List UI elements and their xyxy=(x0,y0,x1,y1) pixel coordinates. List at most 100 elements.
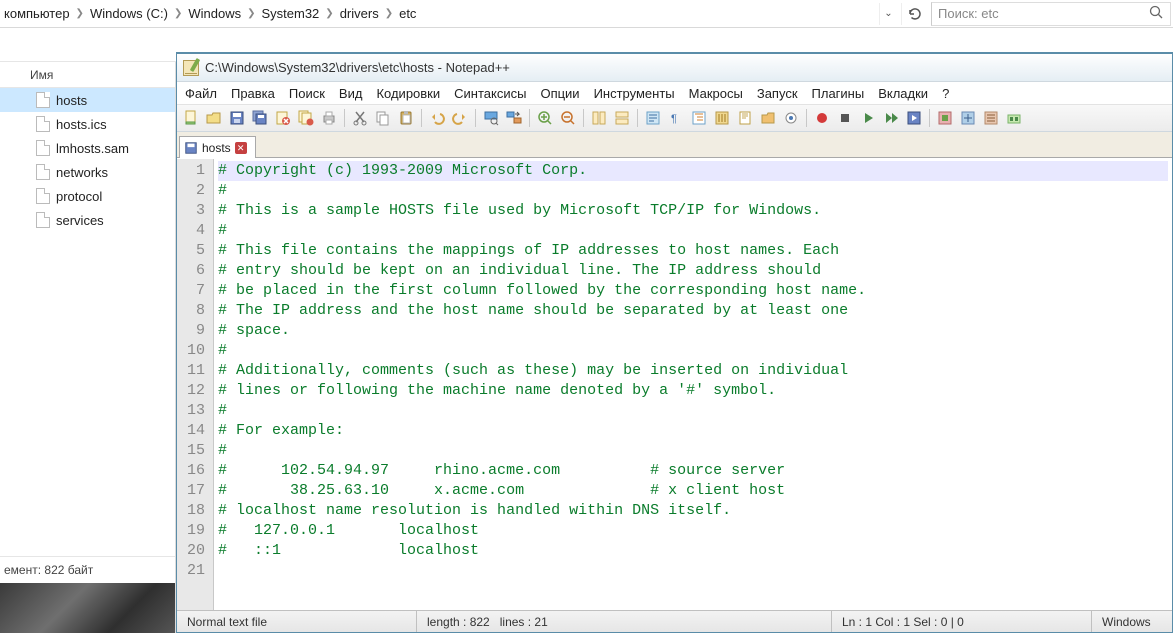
file-label: lmhosts.sam xyxy=(56,141,129,156)
window-titlebar[interactable]: C:\Windows\System32\drivers\etc\hosts - … xyxy=(177,54,1172,82)
file-item[interactable]: protocol xyxy=(0,184,175,208)
save-all-button[interactable] xyxy=(250,108,270,128)
extra2-button[interactable] xyxy=(958,108,978,128)
search-icon xyxy=(1148,4,1164,23)
file-item[interactable]: hosts xyxy=(0,88,175,112)
undo-button[interactable] xyxy=(427,108,447,128)
status-filetype: Normal text file xyxy=(177,611,417,632)
status-length: length : 822 lines : 21 xyxy=(417,611,832,632)
menu-item[interactable]: Запуск xyxy=(757,86,798,101)
extra4-button[interactable] xyxy=(1004,108,1024,128)
udl-button[interactable] xyxy=(712,108,732,128)
search-placeholder: Поиск: etc xyxy=(938,6,999,21)
breadcrumb-segment[interactable]: System32 xyxy=(261,6,319,21)
indent-guide-button[interactable] xyxy=(689,108,709,128)
menu-item[interactable]: Плагины xyxy=(812,86,865,101)
monitoring-button[interactable] xyxy=(781,108,801,128)
folder-as-workspace-button[interactable] xyxy=(758,108,778,128)
file-list: hosts hosts.ics lmhosts.sam networks protoco… xyxy=(0,88,175,556)
zoom-out-button[interactable] xyxy=(558,108,578,128)
editor[interactable]: 123456789101112131415161718192021 # Copy… xyxy=(177,158,1172,610)
file-item[interactable]: networks xyxy=(0,160,175,184)
save-state-icon xyxy=(184,141,198,155)
breadcrumb-sep-icon: ❯ xyxy=(174,8,182,19)
code-area[interactable]: # Copyright (c) 1993-2009 Microsoft Corp… xyxy=(214,159,1172,610)
tab-hosts[interactable]: hosts ✕ xyxy=(179,136,256,158)
file-label: hosts xyxy=(56,93,87,108)
file-icon xyxy=(36,116,50,132)
doc-map-button[interactable] xyxy=(735,108,755,128)
file-label: services xyxy=(56,213,104,228)
menu-item[interactable]: Инструменты xyxy=(594,86,675,101)
file-label: networks xyxy=(56,165,108,180)
notepadpp-window: C:\Windows\System32\drivers\etc\hosts - … xyxy=(176,52,1173,633)
file-item[interactable]: services xyxy=(0,208,175,232)
menu-item[interactable]: Вкладки xyxy=(878,86,928,101)
file-icon xyxy=(36,92,50,108)
new-file-button[interactable] xyxy=(181,108,201,128)
breadcrumb-sep-icon: ❯ xyxy=(247,8,255,19)
menu-item[interactable]: Синтаксисы xyxy=(454,86,526,101)
file-icon xyxy=(36,164,50,180)
toolbar: ¶ xyxy=(177,105,1172,132)
menu-item[interactable]: Правка xyxy=(231,86,275,101)
breadcrumb-sep-icon: ❯ xyxy=(385,8,393,19)
redo-button[interactable] xyxy=(450,108,470,128)
stop-macro-button[interactable] xyxy=(835,108,855,128)
column-header-name[interactable]: Имя xyxy=(0,62,175,88)
extra3-button[interactable] xyxy=(981,108,1001,128)
menu-item[interactable]: Поиск xyxy=(289,86,325,101)
cut-button[interactable] xyxy=(350,108,370,128)
file-item[interactable]: hosts.ics xyxy=(0,112,175,136)
close-all-button[interactable] xyxy=(296,108,316,128)
wordwrap-button[interactable] xyxy=(643,108,663,128)
breadcrumb-segment[interactable]: компьютер xyxy=(4,6,70,21)
copy-button[interactable] xyxy=(373,108,393,128)
play-multi-button[interactable] xyxy=(881,108,901,128)
record-macro-button[interactable] xyxy=(812,108,832,128)
menu-item[interactable]: Кодировки xyxy=(376,86,440,101)
notepadpp-app-icon xyxy=(183,60,199,76)
refresh-button[interactable] xyxy=(901,3,927,25)
breadcrumb-segment[interactable]: etc xyxy=(399,6,416,21)
line-gutter: 123456789101112131415161718192021 xyxy=(177,159,214,610)
sync-v-button[interactable] xyxy=(589,108,609,128)
paste-button[interactable] xyxy=(396,108,416,128)
menu-item[interactable]: Макросы xyxy=(689,86,743,101)
save-macro-button[interactable] xyxy=(904,108,924,128)
menu-item[interactable]: Файл xyxy=(185,86,217,101)
breadcrumb-sep-icon: ❯ xyxy=(76,8,84,19)
find-button[interactable] xyxy=(481,108,501,128)
status-encoding: Windows xyxy=(1092,611,1172,632)
save-button[interactable] xyxy=(227,108,247,128)
file-item[interactable]: lmhosts.sam xyxy=(0,136,175,160)
menu-item[interactable]: Опции xyxy=(540,86,579,101)
file-label: protocol xyxy=(56,189,102,204)
sync-h-button[interactable] xyxy=(612,108,632,128)
play-macro-button[interactable] xyxy=(858,108,878,128)
menu-item[interactable]: ? xyxy=(942,86,949,101)
address-dropdown[interactable]: ⌄ xyxy=(879,3,897,25)
extra1-button[interactable] xyxy=(935,108,955,128)
breadcrumb[interactable]: компьютер ❯ Windows (C:) ❯ Windows ❯ System32 ❯… xyxy=(4,2,875,26)
tab-close-button[interactable]: ✕ xyxy=(235,142,247,154)
breadcrumb-segment[interactable]: Windows xyxy=(188,6,241,21)
breadcrumb-segment[interactable]: Windows (C:) xyxy=(90,6,168,21)
file-label: hosts.ics xyxy=(56,117,107,132)
tab-strip: hosts ✕ xyxy=(177,132,1172,158)
open-file-button[interactable] xyxy=(204,108,224,128)
window-title: C:\Windows\System32\drivers\etc\hosts - … xyxy=(205,60,510,75)
search-input[interactable]: Поиск: etc xyxy=(931,2,1171,26)
svg-text:¶: ¶ xyxy=(671,113,677,125)
close-file-button[interactable] xyxy=(273,108,293,128)
menu-bar: Файл Правка Поиск Вид Кодировки Синтаксисы Опц… xyxy=(177,82,1172,105)
file-icon xyxy=(36,212,50,228)
replace-button[interactable] xyxy=(504,108,524,128)
breadcrumb-segment[interactable]: drivers xyxy=(340,6,379,21)
status-bar: Normal text file length : 822 lines : 21… xyxy=(177,610,1172,632)
show-all-chars-button[interactable]: ¶ xyxy=(666,108,686,128)
menu-item[interactable]: Вид xyxy=(339,86,363,101)
zoom-in-button[interactable] xyxy=(535,108,555,128)
print-button[interactable] xyxy=(319,108,339,128)
file-icon xyxy=(36,140,50,156)
